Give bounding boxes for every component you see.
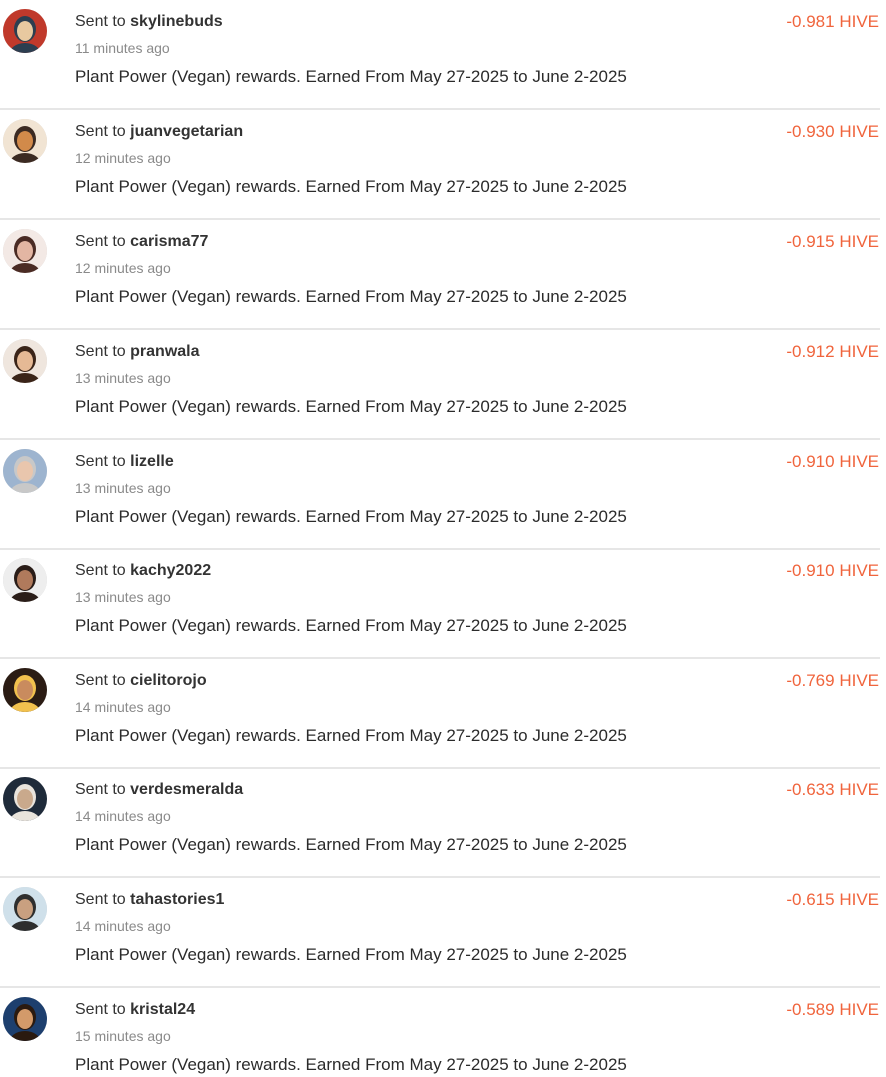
transfer-row: Sent to kristal24 15 minutes ago Plant Pow… (0, 988, 880, 1077)
transfer-timestamp: 14 minutes ago (75, 699, 171, 715)
recipient-username-link[interactable]: verdesmeralda (130, 781, 243, 798)
transfer-row: Sent to verdesmeralda 14 minutes ago Plant… (0, 768, 880, 878)
transfer-row: Sent to skylinebuds 11 minutes ago Plant P… (0, 0, 880, 110)
transfer-prefix: Sent to (75, 1001, 126, 1018)
avatar-image (3, 777, 47, 821)
transfer-prefix: Sent to (75, 562, 126, 579)
transfer-prefix: Sent to (75, 891, 126, 908)
transfer-memo: Plant Power (Vegan) rewards. Earned From… (75, 616, 627, 635)
transfer-memo: Plant Power (Vegan) rewards. Earned From… (75, 1055, 627, 1074)
transfer-timestamp: 12 minutes ago (75, 260, 171, 276)
user-avatar[interactable] (3, 997, 47, 1041)
avatar-image (3, 339, 47, 383)
recipient-username-link[interactable]: tahastories1 (130, 891, 224, 908)
transfer-memo: Plant Power (Vegan) rewards. Earned From… (75, 177, 627, 196)
transfer-memo: Plant Power (Vegan) rewards. Earned From… (75, 397, 627, 416)
transfer-amount: -0.633 HIVE (786, 780, 879, 799)
recipient-username-link[interactable]: cielitorojo (130, 672, 206, 689)
user-avatar[interactable] (3, 777, 47, 821)
transfer-prefix: Sent to (75, 233, 126, 250)
user-avatar[interactable] (3, 119, 47, 163)
transfer-amount: -0.930 HIVE (786, 122, 879, 141)
transfer-timestamp: 13 minutes ago (75, 480, 171, 496)
transfer-row: Sent to juanvegetarian 12 minutes ago Plan… (0, 110, 880, 220)
transfer-title: Sent to cielitorojo (75, 671, 207, 691)
transfer-amount: -0.589 HIVE (786, 1000, 879, 1019)
avatar-image (3, 229, 47, 273)
transfer-row: Sent to carisma77 12 minutes ago Plant Pow… (0, 220, 880, 330)
transfer-row: Sent to kachy2022 13 minutes ago Plant Pow… (0, 549, 880, 659)
transfer-row: Sent to pranwala 13 minutes ago Plant Powe… (0, 330, 880, 440)
transfer-memo: Plant Power (Vegan) rewards. Earned From… (75, 67, 627, 86)
recipient-username-link[interactable]: lizelle (130, 453, 174, 470)
recipient-username-link[interactable]: pranwala (130, 343, 199, 360)
transfer-memo: Plant Power (Vegan) rewards. Earned From… (75, 726, 627, 745)
user-avatar[interactable] (3, 339, 47, 383)
transfer-amount: -0.915 HIVE (786, 232, 879, 251)
transfer-prefix: Sent to (75, 123, 126, 140)
transfer-title: Sent to pranwala (75, 342, 200, 362)
transfer-prefix: Sent to (75, 781, 126, 798)
user-avatar[interactable] (3, 449, 47, 493)
avatar-image (3, 9, 47, 53)
avatar-image (3, 997, 47, 1041)
recipient-username-link[interactable]: skylinebuds (130, 13, 222, 30)
recipient-username-link[interactable]: kristal24 (130, 1001, 195, 1018)
transfer-timestamp: 14 minutes ago (75, 918, 171, 934)
transfer-timestamp: 15 minutes ago (75, 1028, 171, 1044)
transfer-title: Sent to carisma77 (75, 232, 208, 252)
transfer-prefix: Sent to (75, 13, 126, 30)
transfer-prefix: Sent to (75, 343, 126, 360)
transfer-timestamp: 13 minutes ago (75, 589, 171, 605)
transfer-title: Sent to verdesmeralda (75, 780, 243, 800)
avatar-image (3, 119, 47, 163)
avatar-image (3, 887, 47, 931)
avatar-image (3, 668, 47, 712)
transfer-amount: -0.912 HIVE (786, 342, 879, 361)
transfer-title: Sent to skylinebuds (75, 12, 223, 32)
transfer-timestamp: 14 minutes ago (75, 808, 171, 824)
user-avatar[interactable] (3, 9, 47, 53)
user-avatar[interactable] (3, 558, 47, 602)
transfer-title: Sent to juanvegetarian (75, 122, 243, 142)
transfer-row: Sent to lizelle 13 minutes ago Plant Power… (0, 440, 880, 550)
transfer-title: Sent to lizelle (75, 452, 174, 472)
transfer-timestamp: 12 minutes ago (75, 150, 171, 166)
transfer-amount: -0.981 HIVE (786, 12, 879, 31)
avatar-image (3, 449, 47, 493)
recipient-username-link[interactable]: carisma77 (130, 233, 208, 250)
transfer-timestamp: 13 minutes ago (75, 370, 171, 386)
transfer-title: Sent to tahastories1 (75, 890, 224, 910)
transfer-timestamp: 11 minutes ago (75, 40, 170, 56)
transfer-prefix: Sent to (75, 453, 126, 470)
transfer-prefix: Sent to (75, 672, 126, 689)
transfer-amount: -0.910 HIVE (786, 452, 879, 471)
user-avatar[interactable] (3, 229, 47, 273)
transfer-history-list: Sent to skylinebuds 11 minutes ago Plant P… (0, 0, 886, 1077)
transfer-amount: -0.910 HIVE (786, 561, 879, 580)
transfer-memo: Plant Power (Vegan) rewards. Earned From… (75, 507, 627, 526)
user-avatar[interactable] (3, 668, 47, 712)
user-avatar[interactable] (3, 887, 47, 931)
recipient-username-link[interactable]: juanvegetarian (130, 123, 243, 140)
transfer-amount: -0.615 HIVE (786, 890, 879, 909)
transfer-memo: Plant Power (Vegan) rewards. Earned From… (75, 287, 627, 306)
transfer-title: Sent to kachy2022 (75, 561, 211, 581)
avatar-image (3, 558, 47, 602)
transfer-memo: Plant Power (Vegan) rewards. Earned From… (75, 945, 627, 964)
recipient-username-link[interactable]: kachy2022 (130, 562, 211, 579)
transfer-title: Sent to kristal24 (75, 1000, 195, 1020)
transfer-row: Sent to cielitorojo 14 minutes ago Plant P… (0, 659, 880, 769)
transfer-amount: -0.769 HIVE (786, 671, 879, 690)
transfer-row: Sent to tahastories1 14 minutes ago Plant … (0, 878, 880, 988)
transfer-memo: Plant Power (Vegan) rewards. Earned From… (75, 835, 627, 854)
